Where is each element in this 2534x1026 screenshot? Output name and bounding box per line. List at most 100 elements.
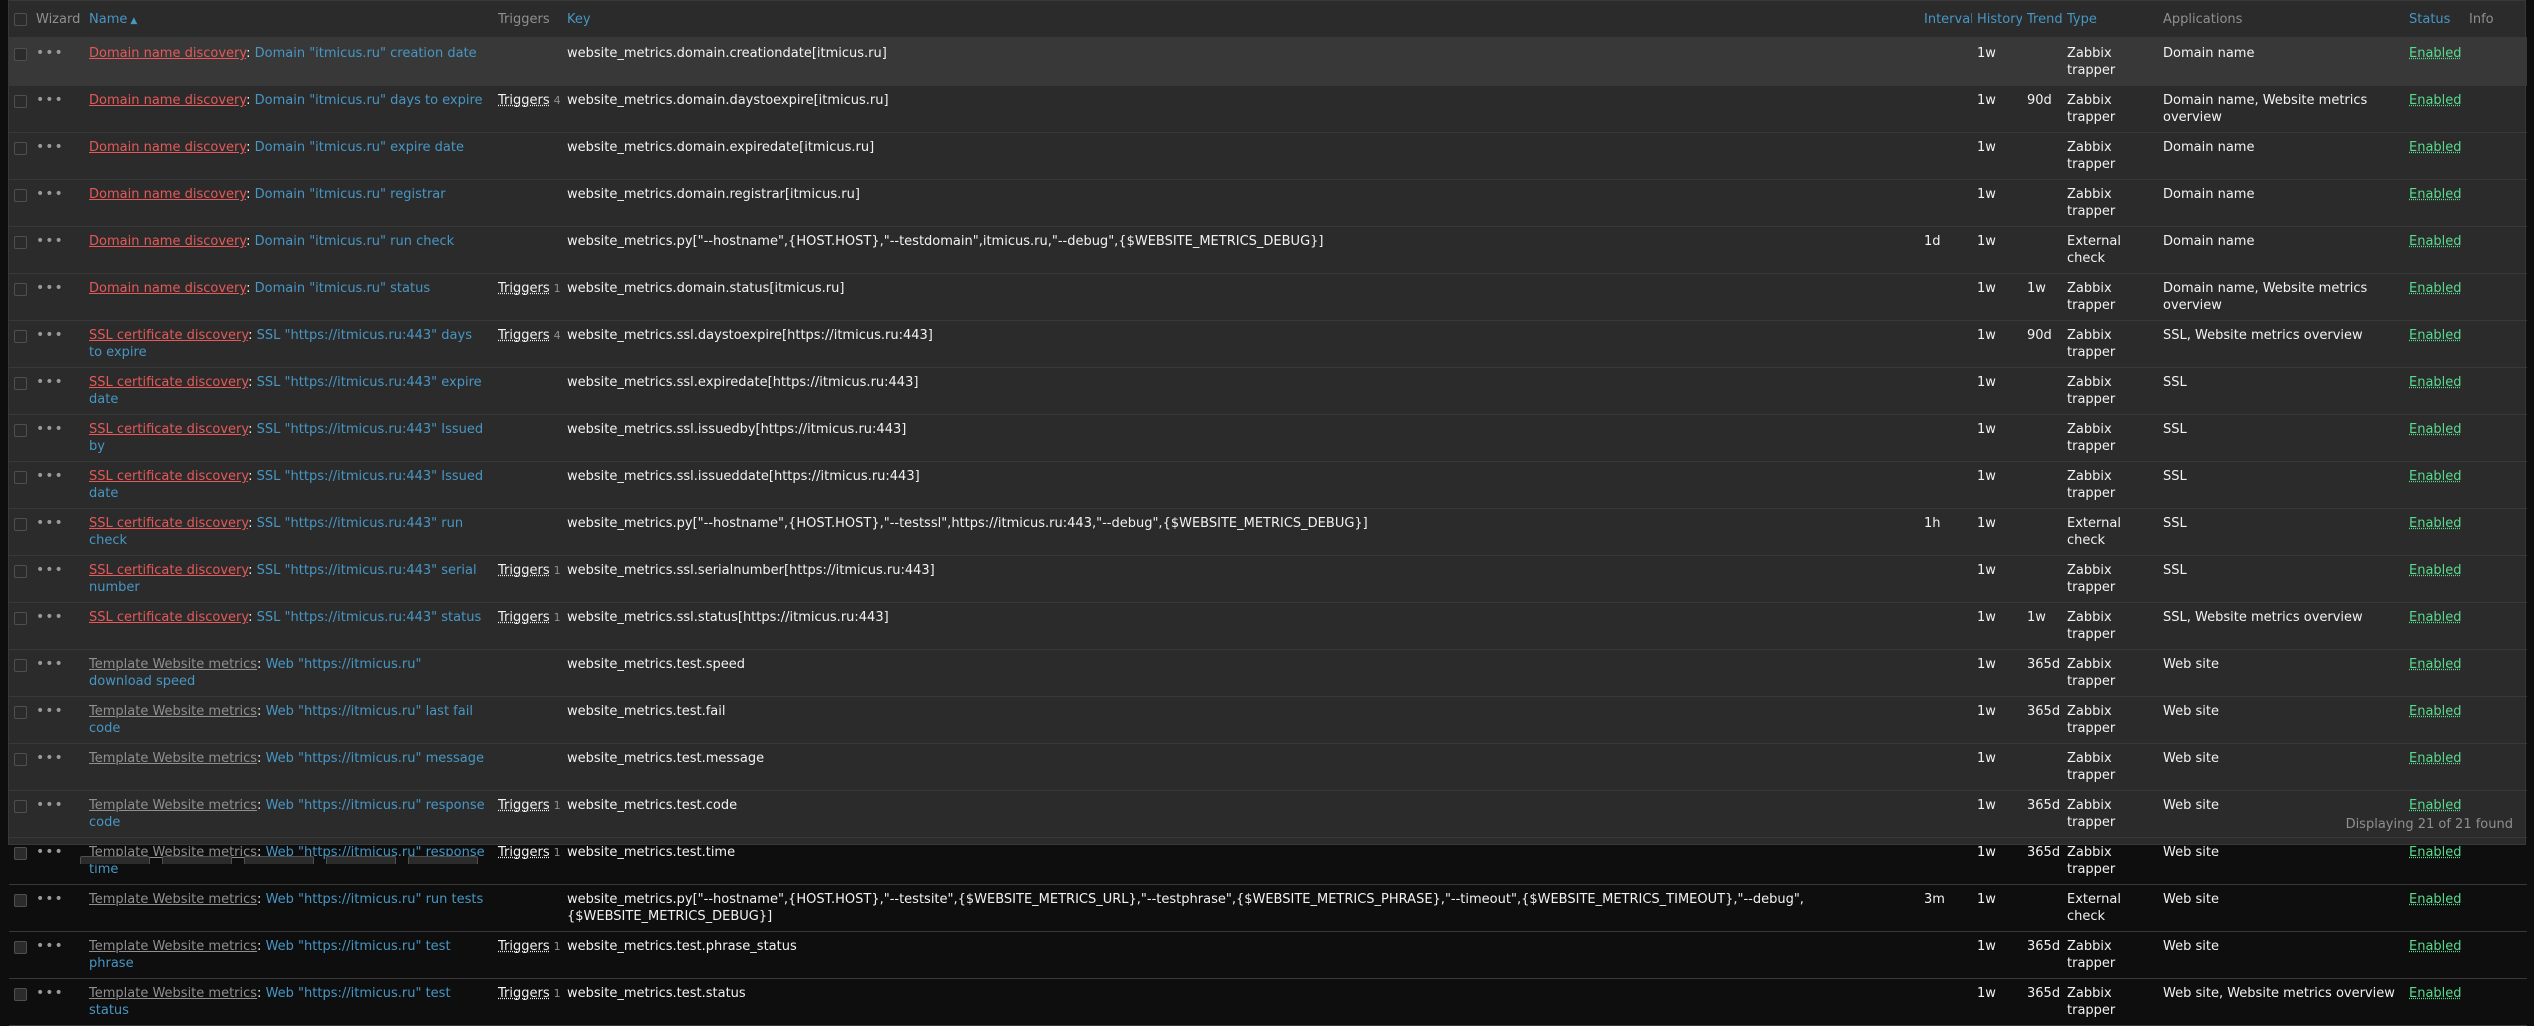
parent-link[interactable]: SSL certificate discovery: [89, 610, 248, 625]
header-key[interactable]: Key: [562, 1, 1919, 39]
parent-link[interactable]: Domain name discovery: [89, 234, 246, 249]
row-checkbox[interactable]: [14, 706, 27, 719]
wizard-cell[interactable]: •••: [31, 367, 84, 415]
row-select-cell[interactable]: [9, 743, 31, 791]
more-options-icon[interactable]: •••: [36, 374, 64, 390]
wizard-cell[interactable]: •••: [31, 273, 84, 321]
parent-link[interactable]: SSL certificate discovery: [89, 422, 248, 437]
item-name-link[interactable]: Domain "itmicus.ru" registrar: [255, 187, 446, 202]
status-toggle-link[interactable]: Enabled: [2409, 281, 2462, 296]
parent-link[interactable]: Domain name discovery: [89, 93, 246, 108]
more-options-icon[interactable]: •••: [36, 985, 64, 1001]
header-name[interactable]: Name ▲: [84, 1, 493, 39]
more-options-icon[interactable]: •••: [36, 609, 64, 625]
item-name-link[interactable]: Web "https://itmicus.ru" message: [266, 751, 484, 766]
status-toggle-link[interactable]: Enabled: [2409, 140, 2462, 155]
wizard-cell[interactable]: •••: [31, 743, 84, 791]
header-interval[interactable]: Interval: [1919, 1, 1972, 39]
wizard-cell[interactable]: •••: [31, 696, 84, 744]
wizard-cell[interactable]: •••: [31, 508, 84, 556]
row-checkbox[interactable]: [14, 847, 27, 860]
parent-link[interactable]: Domain name discovery: [89, 281, 246, 296]
row-select-cell[interactable]: [9, 461, 31, 509]
status-toggle-link[interactable]: Enabled: [2409, 187, 2462, 202]
row-checkbox[interactable]: [14, 753, 27, 766]
more-options-icon[interactable]: •••: [36, 938, 64, 954]
more-options-icon[interactable]: •••: [36, 656, 64, 672]
row-checkbox[interactable]: [14, 236, 27, 249]
more-options-icon[interactable]: •••: [36, 703, 64, 719]
status-toggle-link[interactable]: Enabled: [2409, 704, 2462, 719]
status-toggle-link[interactable]: Enabled: [2409, 422, 2462, 437]
status-toggle-link[interactable]: Enabled: [2409, 657, 2462, 672]
more-options-icon[interactable]: •••: [36, 421, 64, 437]
row-checkbox[interactable]: [14, 424, 27, 437]
wizard-cell[interactable]: •••: [31, 226, 84, 274]
status-toggle-link[interactable]: Enabled: [2409, 469, 2462, 484]
status-toggle-link[interactable]: Enabled: [2409, 939, 2462, 954]
wizard-cell[interactable]: •••: [31, 85, 84, 133]
more-options-icon[interactable]: •••: [36, 186, 64, 202]
wizard-cell[interactable]: •••: [31, 978, 84, 1026]
row-checkbox[interactable]: [14, 95, 27, 108]
row-select-cell[interactable]: [9, 320, 31, 368]
more-options-icon[interactable]: •••: [36, 45, 64, 61]
row-select-cell[interactable]: [9, 602, 31, 650]
item-name-link[interactable]: SSL "https://itmicus.ru:443" status: [257, 610, 482, 625]
item-name-link[interactable]: Domain "itmicus.ru" creation date: [255, 46, 477, 61]
wizard-cell[interactable]: •••: [31, 38, 84, 86]
wizard-cell[interactable]: •••: [31, 132, 84, 180]
wizard-cell[interactable]: •••: [31, 602, 84, 650]
wizard-cell[interactable]: •••: [31, 555, 84, 603]
wizard-cell[interactable]: •••: [31, 837, 84, 885]
status-toggle-link[interactable]: Enabled: [2409, 375, 2462, 390]
more-options-icon[interactable]: •••: [36, 327, 64, 343]
row-select-cell[interactable]: [9, 179, 31, 227]
row-select-cell[interactable]: [9, 273, 31, 321]
status-toggle-link[interactable]: Enabled: [2409, 46, 2462, 61]
parent-link[interactable]: SSL certificate discovery: [89, 469, 248, 484]
row-checkbox[interactable]: [14, 659, 27, 672]
header-history[interactable]: History: [1972, 1, 2022, 39]
row-checkbox[interactable]: [14, 565, 27, 578]
more-options-icon[interactable]: •••: [36, 891, 64, 907]
status-toggle-link[interactable]: Enabled: [2409, 798, 2462, 813]
triggers-link[interactable]: Triggers: [498, 986, 550, 1001]
more-options-icon[interactable]: •••: [36, 468, 64, 484]
triggers-link[interactable]: Triggers: [498, 798, 550, 813]
row-checkbox[interactable]: [14, 142, 27, 155]
parent-link[interactable]: Domain name discovery: [89, 187, 246, 202]
item-name-link[interactable]: Domain "itmicus.ru" run check: [255, 234, 455, 249]
parent-link[interactable]: Template Website metrics: [89, 751, 257, 766]
parent-link[interactable]: Domain name discovery: [89, 46, 246, 61]
row-checkbox[interactable]: [14, 894, 27, 907]
item-name-link[interactable]: Web "https://itmicus.ru" run tests: [266, 892, 484, 907]
row-select-cell[interactable]: [9, 978, 31, 1026]
item-name-link[interactable]: Domain "itmicus.ru" status: [255, 281, 430, 296]
row-checkbox[interactable]: [14, 283, 27, 296]
header-type[interactable]: Type: [2062, 1, 2158, 39]
row-select-cell[interactable]: [9, 696, 31, 744]
row-select-cell[interactable]: [9, 132, 31, 180]
more-options-icon[interactable]: •••: [36, 562, 64, 578]
triggers-link[interactable]: Triggers: [498, 845, 550, 860]
parent-link[interactable]: Template Website metrics: [89, 986, 257, 1001]
row-select-cell[interactable]: [9, 555, 31, 603]
parent-link[interactable]: SSL certificate discovery: [89, 375, 248, 390]
status-toggle-link[interactable]: Enabled: [2409, 516, 2462, 531]
row-checkbox[interactable]: [14, 941, 27, 954]
select-all-header[interactable]: [9, 1, 31, 39]
row-select-cell[interactable]: [9, 884, 31, 932]
triggers-link[interactable]: Triggers: [498, 93, 550, 108]
parent-link[interactable]: SSL certificate discovery: [89, 516, 248, 531]
header-status[interactable]: Status: [2404, 1, 2464, 39]
more-options-icon[interactable]: •••: [36, 233, 64, 249]
wizard-cell[interactable]: •••: [31, 179, 84, 227]
row-checkbox[interactable]: [14, 48, 27, 61]
status-toggle-link[interactable]: Enabled: [2409, 610, 2462, 625]
row-checkbox[interactable]: [14, 330, 27, 343]
more-options-icon[interactable]: •••: [36, 139, 64, 155]
more-options-icon[interactable]: •••: [36, 797, 64, 813]
row-checkbox[interactable]: [14, 471, 27, 484]
row-select-cell[interactable]: [9, 508, 31, 556]
